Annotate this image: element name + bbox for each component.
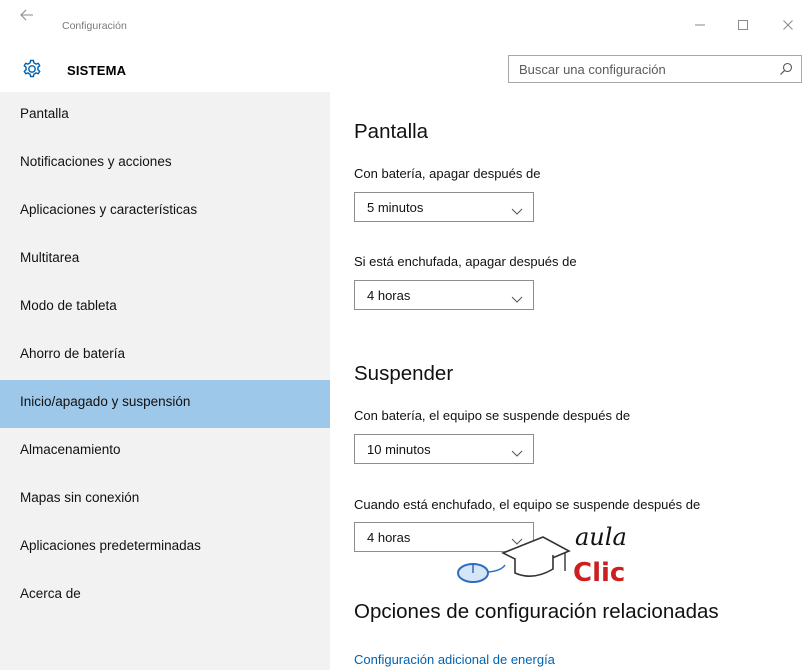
sidebar-item-mapas[interactable]: Mapas sin conexión: [0, 476, 330, 524]
sleep-battery-dropdown[interactable]: 10 minutos: [354, 434, 534, 464]
sidebar-item-inicio-apagado[interactable]: Inicio/apagado y suspensión: [0, 380, 330, 428]
sidebar: Pantalla Notificaciones y acciones Aplic…: [0, 92, 330, 670]
sidebar-item-ahorro-bateria[interactable]: Ahorro de batería: [0, 332, 330, 380]
section-heading-suspender: Suspender: [354, 362, 454, 385]
chevron-down-icon: [511, 445, 523, 457]
sleep-battery-label: Con batería, el equipo se suspende despu…: [354, 408, 631, 423]
aulaclic-logo: aula Clic: [453, 515, 643, 595]
dropdown-value: 10 minutos: [367, 442, 431, 457]
search-input[interactable]: [509, 56, 767, 82]
title-bar: Configuración: [0, 0, 806, 52]
sidebar-item-aplicaciones[interactable]: Aplicaciones y características: [0, 188, 330, 236]
sidebar-item-multitarea[interactable]: Multitarea: [0, 236, 330, 284]
dropdown-value: 4 horas: [367, 288, 411, 303]
screen-battery-dropdown[interactable]: 5 minutos: [354, 192, 534, 222]
search-icon[interactable]: [779, 62, 793, 76]
dropdown-value: 4 horas: [367, 530, 411, 545]
sidebar-item-almacenamiento[interactable]: Almacenamiento: [0, 428, 330, 476]
window-title: Configuración: [62, 20, 127, 32]
chevron-down-icon: [511, 291, 523, 303]
sidebar-item-apps-predeterminadas[interactable]: Aplicaciones predeterminadas: [0, 524, 330, 572]
back-arrow-icon[interactable]: [20, 9, 42, 25]
logo-text-clic: Clic: [573, 558, 625, 588]
header: SISTEMA: [0, 52, 806, 92]
gear-icon: [21, 58, 43, 80]
section-heading-related: Opciones de configuración relacionadas: [354, 600, 719, 623]
maximize-icon[interactable]: [737, 18, 759, 34]
additional-power-settings-link[interactable]: Configuración adicional de energía: [354, 652, 555, 667]
dropdown-value: 5 minutos: [367, 200, 424, 215]
close-icon[interactable]: [782, 18, 804, 34]
sidebar-item-acerca-de[interactable]: Acerca de: [0, 572, 330, 620]
screen-plugged-dropdown[interactable]: 4 horas: [354, 280, 534, 310]
minimize-icon[interactable]: [694, 18, 716, 34]
section-heading-pantalla: Pantalla: [354, 120, 429, 143]
screen-battery-label: Con batería, apagar después de: [354, 166, 541, 181]
logo-text-aula: aula: [575, 523, 627, 551]
chevron-down-icon: [511, 203, 523, 215]
search-box[interactable]: [508, 55, 802, 83]
sleep-plugged-label: Cuando está enchufado, el equipo se susp…: [354, 497, 701, 512]
sidebar-item-pantalla[interactable]: Pantalla: [0, 92, 330, 140]
page-title: SISTEMA: [67, 63, 127, 78]
sidebar-item-modo-tableta[interactable]: Modo de tableta: [0, 284, 330, 332]
sidebar-item-notificaciones[interactable]: Notificaciones y acciones: [0, 140, 330, 188]
screen-plugged-label: Si está enchufada, apagar después de: [354, 254, 577, 269]
